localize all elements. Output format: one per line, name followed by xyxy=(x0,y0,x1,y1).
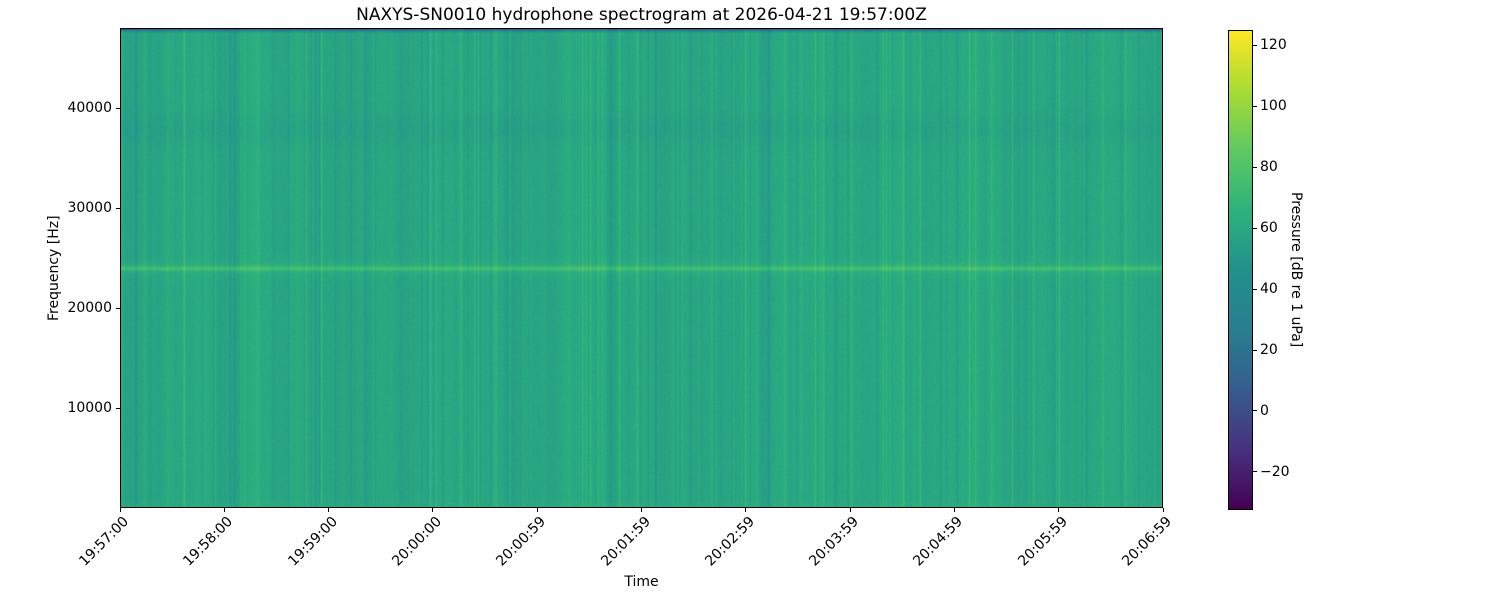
colorbar-tick-label: −20 xyxy=(1260,463,1290,480)
y-tick-mark xyxy=(116,207,120,209)
spectrogram-canvas xyxy=(121,29,1162,507)
colorbar-tick-label: 80 xyxy=(1260,159,1278,176)
colorbar xyxy=(1228,30,1253,510)
colorbar-tick-mark xyxy=(1253,288,1257,290)
x-tick-mark xyxy=(849,508,851,512)
colorbar-label: Pressure [dB re 1 uPa] xyxy=(1288,192,1304,348)
colorbar-tick-mark xyxy=(1253,349,1257,351)
colorbar-tick-label: 60 xyxy=(1260,220,1278,237)
spectrogram-figure: NAXYS-SN0010 hydrophone spectrogram at 2… xyxy=(0,0,1500,600)
x-tick-mark xyxy=(119,508,121,512)
x-tick-mark xyxy=(1162,508,1164,512)
colorbar-tick-label: 100 xyxy=(1260,98,1287,115)
x-tick-mark xyxy=(641,508,642,512)
x-tick-label: 19:57:00 xyxy=(76,513,133,570)
x-tick-mark xyxy=(953,508,955,512)
x-tick-mark xyxy=(1058,508,1060,512)
y-tick-mark xyxy=(116,307,120,309)
x-tick-mark xyxy=(223,508,225,512)
x-tick-mark xyxy=(536,508,538,512)
colorbar-tick-label: 0 xyxy=(1260,402,1269,419)
y-tick-mark xyxy=(116,107,120,109)
colorbar-tick-mark xyxy=(1253,166,1257,168)
chart-title: NAXYS-SN0010 hydrophone spectrogram at 2… xyxy=(356,5,927,25)
y-tick-label: 40000 xyxy=(67,100,112,116)
x-tick-mark xyxy=(432,508,434,512)
plot-area xyxy=(120,28,1163,508)
colorbar-tick-mark xyxy=(1253,227,1257,229)
x-tick-mark xyxy=(745,508,747,512)
colorbar-tick-mark xyxy=(1253,44,1257,46)
x-tick-mark xyxy=(328,508,330,512)
colorbar-tick-mark xyxy=(1253,471,1257,473)
colorbar-tick-label: 40 xyxy=(1260,281,1278,298)
y-tick-mark xyxy=(116,407,120,409)
y-tick-label: 20000 xyxy=(67,300,112,316)
colorbar-tick-label: 120 xyxy=(1260,37,1287,54)
colorbar-tick-label: 20 xyxy=(1260,342,1278,358)
colorbar-tick-mark xyxy=(1253,410,1257,412)
y-tick-label: 30000 xyxy=(67,200,112,216)
y-tick-label: 10000 xyxy=(67,400,112,416)
colorbar-tick-mark xyxy=(1253,105,1257,107)
